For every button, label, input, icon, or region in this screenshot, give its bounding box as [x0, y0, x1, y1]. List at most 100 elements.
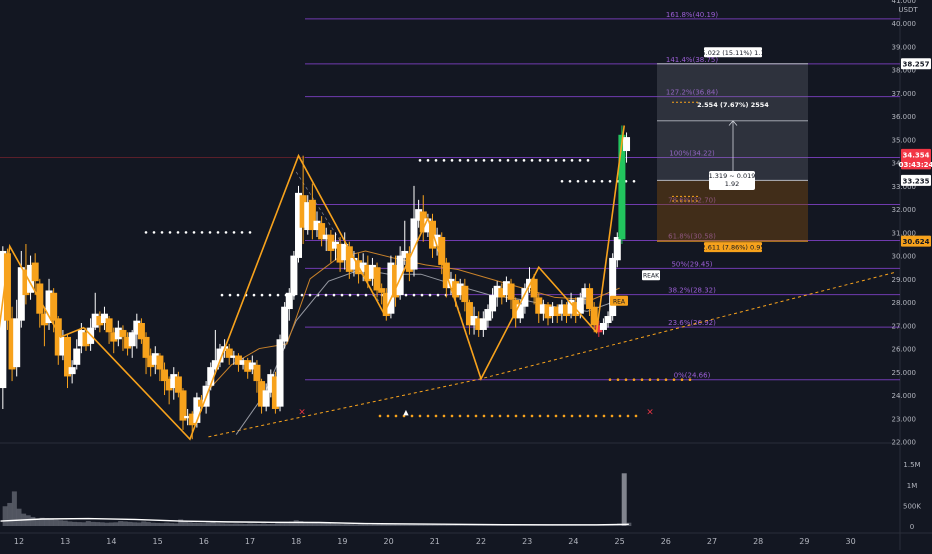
dotted-orange-low — [443, 415, 446, 418]
dotted-resistance — [467, 159, 470, 162]
dotted-level — [225, 231, 228, 234]
dotted-orange-fib — [673, 378, 676, 381]
volume-bar — [326, 524, 331, 526]
dotted-orange-low — [531, 415, 534, 418]
profit-zone[interactable] — [657, 64, 808, 181]
candle-body — [253, 365, 260, 381]
dotted-orange-low — [611, 415, 614, 418]
triangle-marker: ▲ — [403, 408, 409, 416]
price-tick-label: 32.000 — [892, 206, 917, 214]
dotted-resistance — [491, 159, 494, 162]
chart-area[interactable]: 161.8%(40.19)141.4%(38.75)127.2%(36.84)1… — [0, 0, 932, 550]
candle-body — [614, 237, 621, 260]
dotted-resistance — [483, 159, 486, 162]
time-tick-label: 19 — [337, 537, 347, 546]
x-marker: × — [646, 407, 654, 417]
ratio-label-line2: 1.92 — [725, 180, 739, 188]
long-position-tool[interactable]: 5.022 (15.11%) 1.12.554 (7.67%) 25541.31… — [657, 47, 808, 252]
time-tick-label: 16 — [199, 537, 209, 546]
dotted-orange-low — [419, 415, 422, 418]
dotted-resistance — [555, 159, 558, 162]
dotted-support — [277, 294, 280, 297]
dotted-orange-low — [523, 415, 526, 418]
volume-bar — [77, 522, 82, 526]
volume-bar — [294, 520, 299, 526]
dotted-support — [221, 294, 224, 297]
dotted-resistance — [443, 159, 446, 162]
dotted-support — [269, 294, 272, 297]
price-tick-label: 30.000 — [892, 253, 917, 261]
time-tick-label: 12 — [14, 537, 24, 546]
candle-body — [138, 323, 145, 339]
candle-body — [69, 367, 76, 374]
candle-body — [106, 318, 113, 332]
volume-bar — [317, 523, 322, 526]
volume-bar — [53, 520, 58, 526]
price-tick-label: 28.000 — [892, 299, 917, 307]
fib-level-label: 161.8%(40.19) — [666, 11, 718, 19]
volume-bar — [183, 521, 188, 526]
fib-level-label: 23.6%(26.92) — [668, 319, 716, 327]
volume-bar — [349, 524, 354, 526]
dotted-support — [429, 294, 432, 297]
volume-bar — [335, 524, 340, 526]
dotted-orange-low — [387, 415, 390, 418]
volume-bar — [49, 519, 54, 526]
candle-body — [263, 390, 270, 406]
target-label: 5.022 (15.11%) 1.1 — [702, 49, 765, 57]
candle-body — [32, 263, 39, 282]
volume-bar — [206, 523, 211, 526]
time-tick-label: 15 — [153, 537, 163, 546]
dotted-orange-low — [587, 415, 590, 418]
volume-bar — [345, 524, 350, 526]
volume-bar — [192, 523, 197, 526]
price-tick-label: 22.000 — [892, 439, 917, 447]
candle-body — [461, 286, 468, 302]
dotted-orange-fib — [617, 378, 620, 381]
break-label: REAK — [643, 273, 660, 280]
dotted-orange-low — [547, 415, 550, 418]
volume-bar — [100, 522, 105, 526]
dotted-level — [169, 231, 172, 234]
volume-bar — [201, 523, 206, 526]
dotted-resistance — [507, 159, 510, 162]
volume-bar — [141, 521, 146, 526]
dotted-orange-low — [499, 415, 502, 418]
price-tick-label: 23.000 — [892, 415, 917, 423]
candle-body — [156, 356, 163, 370]
dotted-level — [233, 231, 236, 234]
price-tick-label: 36.000 — [892, 113, 917, 121]
time-tick-label: 21 — [430, 537, 440, 546]
dotted-support — [261, 294, 264, 297]
dotted-entry — [609, 180, 612, 183]
dotted-orange-low — [379, 415, 382, 418]
candle-body — [277, 339, 284, 406]
volume-bar — [67, 521, 72, 526]
volume-bar — [354, 524, 359, 526]
dotted-support — [413, 294, 416, 297]
dotted-orange-fib — [641, 378, 644, 381]
volume-bar — [7, 503, 12, 526]
dotted-resistance — [435, 159, 438, 162]
volume-bar — [109, 523, 114, 527]
dotted-resistance — [427, 159, 430, 162]
time-tick-label: 28 — [753, 537, 763, 546]
candle-body — [119, 330, 126, 337]
dotted-resistance — [451, 159, 454, 162]
price-tick-label: 41.000 — [892, 0, 917, 5]
volume-bar — [169, 523, 174, 526]
dotted-orange-low — [451, 415, 454, 418]
dotted-level — [161, 231, 164, 234]
dotted-level — [209, 231, 212, 234]
dotted-support — [237, 294, 240, 297]
candle-body — [586, 288, 593, 309]
small-label: REA — [613, 298, 626, 305]
dotted-orange-fib — [609, 378, 612, 381]
dotted-orange-fib — [649, 378, 652, 381]
volume-bar — [155, 523, 160, 526]
dotted-support — [325, 294, 328, 297]
price-chart-svg[interactable]: 161.8%(40.19)141.4%(38.75)127.2%(36.84)1… — [0, 0, 932, 550]
dotted-support — [309, 294, 312, 297]
currency-label: USDT — [898, 6, 918, 14]
dotted-resistance — [419, 159, 422, 162]
